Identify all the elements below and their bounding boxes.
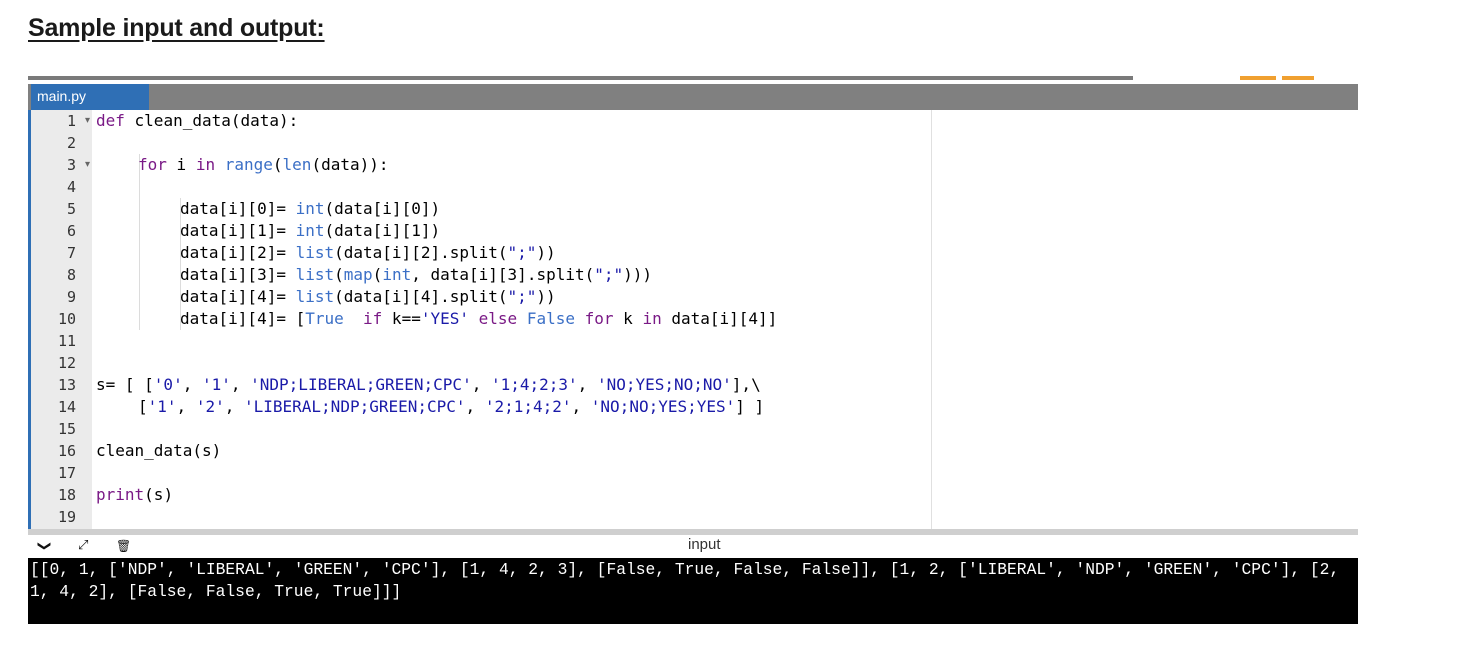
tab-bar: main.py bbox=[28, 84, 1358, 110]
code-line: data[i][1]= int(data[i][1]) bbox=[180, 221, 441, 240]
code-line: def clean_data(data): bbox=[96, 111, 299, 130]
code-line: s= [ ['0', '1', 'NDP;LIBERAL;GREEN;CPC',… bbox=[96, 375, 761, 394]
console-panel-title: input bbox=[688, 536, 721, 553]
line-number: 14 bbox=[57, 398, 76, 416]
window-top-accent bbox=[1240, 76, 1276, 80]
line-number: 8 bbox=[66, 266, 76, 284]
console-panel-bar: ❯ ⤢ 🗑 input bbox=[28, 529, 1358, 556]
code-line: for i in range(len(data)): bbox=[138, 155, 389, 174]
page-heading: Sample input and output: bbox=[28, 14, 325, 42]
line-number: 17 bbox=[57, 464, 76, 482]
editor-area[interactable]: 1 ▾ 2 3 ▾ 4 5 6 7 8 9 10 11 12 13 14 15 … bbox=[28, 110, 1358, 529]
line-number: 15 bbox=[57, 420, 76, 438]
code-line: ['1', '2', 'LIBERAL;NDP;GREEN;CPC', '2;1… bbox=[138, 397, 765, 416]
window-top-border bbox=[28, 76, 1133, 80]
code-content[interactable]: def clean_data(data): for i in range(len… bbox=[96, 110, 932, 529]
expand-icon[interactable]: ⤢ bbox=[78, 537, 88, 555]
tab-main-py[interactable]: main.py bbox=[31, 84, 149, 110]
code-line: data[i][0]= int(data[i][0]) bbox=[180, 199, 441, 218]
line-number: 4 bbox=[66, 178, 76, 196]
line-number: 1 bbox=[66, 112, 76, 130]
line-number: 19 bbox=[57, 508, 76, 526]
code-line: clean_data(s) bbox=[96, 441, 222, 460]
line-number: 11 bbox=[57, 332, 76, 350]
code-line: print(s) bbox=[96, 485, 174, 504]
line-number: 7 bbox=[66, 244, 76, 262]
print-margin bbox=[931, 110, 932, 529]
line-number: 5 bbox=[66, 200, 76, 218]
console-output[interactable]: [[0, 1, ['NDP', 'LIBERAL', 'GREEN', 'CPC… bbox=[28, 558, 1358, 624]
code-editor-window: main.py 1 ▾ 2 3 ▾ 4 5 6 7 8 9 10 11 12 1… bbox=[28, 76, 1358, 624]
line-number: 10 bbox=[57, 310, 76, 328]
window-top-accent bbox=[1282, 76, 1314, 80]
code-line: data[i][2]= list(data[i][2].split(";")) bbox=[180, 243, 556, 262]
code-line: data[i][3]= list(map(int, data[i][3].spl… bbox=[180, 265, 653, 284]
chevron-down-icon[interactable]: ❯ bbox=[34, 541, 52, 552]
line-number: 18 bbox=[57, 486, 76, 504]
line-number: 3 bbox=[66, 156, 76, 174]
fold-arrow-icon[interactable]: ▾ bbox=[85, 110, 90, 132]
code-line: data[i][4]= list(data[i][4].split(";")) bbox=[180, 287, 556, 306]
line-number: 16 bbox=[57, 442, 76, 460]
line-number: 6 bbox=[66, 222, 76, 240]
indent-guide bbox=[139, 154, 140, 330]
line-number: 9 bbox=[66, 288, 76, 306]
line-number: 12 bbox=[57, 354, 76, 372]
fold-arrow-icon[interactable]: ▾ bbox=[85, 154, 90, 176]
line-number-gutter: 1 ▾ 2 3 ▾ 4 5 6 7 8 9 10 11 12 13 14 15 … bbox=[28, 110, 92, 529]
code-line: data[i][4]= [True if k=='YES' else False… bbox=[180, 309, 778, 328]
line-number: 13 bbox=[57, 376, 76, 394]
clear-console-icon[interactable]: 🗑 bbox=[116, 537, 131, 555]
line-number: 2 bbox=[66, 134, 76, 152]
